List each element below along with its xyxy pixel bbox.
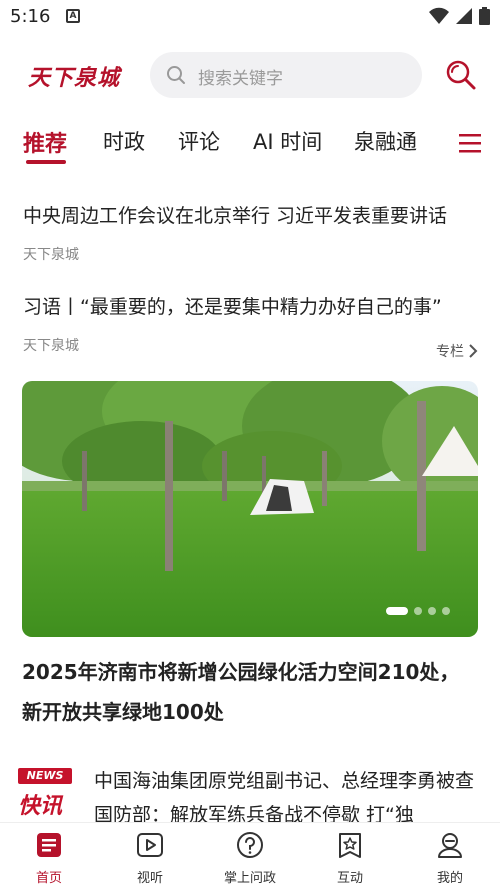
nav-label: 掌上问政 xyxy=(223,871,276,886)
wifi-icon xyxy=(429,7,449,24)
column-link[interactable]: 专栏 xyxy=(436,341,478,361)
bottom-navigation: 首页 视听 掌上问政 互动 我的 xyxy=(0,822,500,888)
profile-icon xyxy=(438,833,462,858)
app-logo: 天下泉城 xyxy=(28,65,121,91)
nav-inquiry[interactable]: 掌上问政 xyxy=(210,831,290,886)
home-icon xyxy=(37,833,61,857)
tab-recommend[interactable]: 推荐 xyxy=(23,126,67,158)
tab-ai-time[interactable]: AI 时间 xyxy=(253,126,322,156)
news-item[interactable]: 习语丨“最重要的，还是要集中精力办好自己的事” 天下泉城 专栏 xyxy=(23,293,478,361)
news-badge: NEWS xyxy=(18,768,72,784)
battery-icon xyxy=(479,7,490,25)
news-source: 天下泉城 xyxy=(23,338,79,354)
list-headline: 中国海油集团原党组副书记、总经理李勇被查 xyxy=(94,770,475,792)
category-tabs: 推荐 时政 评论 AI 时间 泉融通 xyxy=(0,120,500,170)
park-photo xyxy=(22,381,478,637)
carousel-dot xyxy=(428,607,436,615)
search-button-icon[interactable] xyxy=(444,58,478,92)
news-headline: 习语丨“最重要的，还是要集中精力办好自己的事” xyxy=(23,296,442,318)
app-header: 天下泉城 搜索关键字 xyxy=(0,50,500,100)
news-item[interactable]: 中央周边工作会议在北京举行 习近平发表重要讲话 天下泉城 xyxy=(23,202,478,264)
news-source: 天下泉城 xyxy=(23,247,79,263)
notification-a-icon: A xyxy=(66,9,80,23)
feature-title[interactable]: 2025年济南市将新增公园绿化活力空间210处，新开放共享绿地100处 xyxy=(22,652,478,732)
menu-icon[interactable] xyxy=(457,130,483,156)
news-thumbnail: NEWS 快讯 xyxy=(16,766,74,822)
list-item[interactable]: NEWS 快讯 中国海油集团原党组副书记、总经理李勇被查 国防部：解放军练兵备战… xyxy=(16,762,486,822)
active-tab-indicator xyxy=(26,160,66,164)
nav-label: 首页 xyxy=(35,871,62,886)
nav-profile[interactable]: 我的 xyxy=(410,831,490,886)
nav-video[interactable]: 视听 xyxy=(110,831,190,886)
status-icons xyxy=(429,6,490,26)
carousel-indicators xyxy=(386,607,450,615)
tab-commentary[interactable]: 评论 xyxy=(178,126,220,156)
tab-quanrongtong[interactable]: 泉融通 xyxy=(354,126,417,156)
tab-politics[interactable]: 时政 xyxy=(103,126,145,156)
question-icon xyxy=(237,832,263,858)
carousel-dot xyxy=(386,607,408,615)
play-icon xyxy=(137,833,163,857)
chevron-right-icon xyxy=(469,344,478,358)
star-card-icon xyxy=(339,833,361,858)
banner-carousel[interactable] xyxy=(22,381,478,637)
carousel-dot xyxy=(442,607,450,615)
list-headline-next: 国防部：解放军练兵备战不停歇 打“独 xyxy=(94,804,414,822)
carousel-dot xyxy=(414,607,422,615)
search-icon xyxy=(167,66,185,84)
news-headline: 中央周边工作会议在北京举行 习近平发表重要讲话 xyxy=(23,205,448,227)
search-bar[interactable]: 搜索关键字 xyxy=(150,52,422,98)
nav-label: 视听 xyxy=(136,871,163,886)
nav-interact[interactable]: 互动 xyxy=(310,831,390,886)
nav-label: 我的 xyxy=(436,871,463,886)
search-placeholder: 搜索关键字 xyxy=(198,69,283,89)
nav-label: 互动 xyxy=(336,871,363,886)
flash-news-label: 快讯 xyxy=(18,794,63,819)
nav-home[interactable]: 首页 xyxy=(9,831,89,886)
cellular-icon xyxy=(456,8,472,24)
column-link-label: 专栏 xyxy=(436,344,464,360)
status-bar: 5:16 A xyxy=(0,0,500,34)
status-time: 5:16 xyxy=(10,6,51,27)
